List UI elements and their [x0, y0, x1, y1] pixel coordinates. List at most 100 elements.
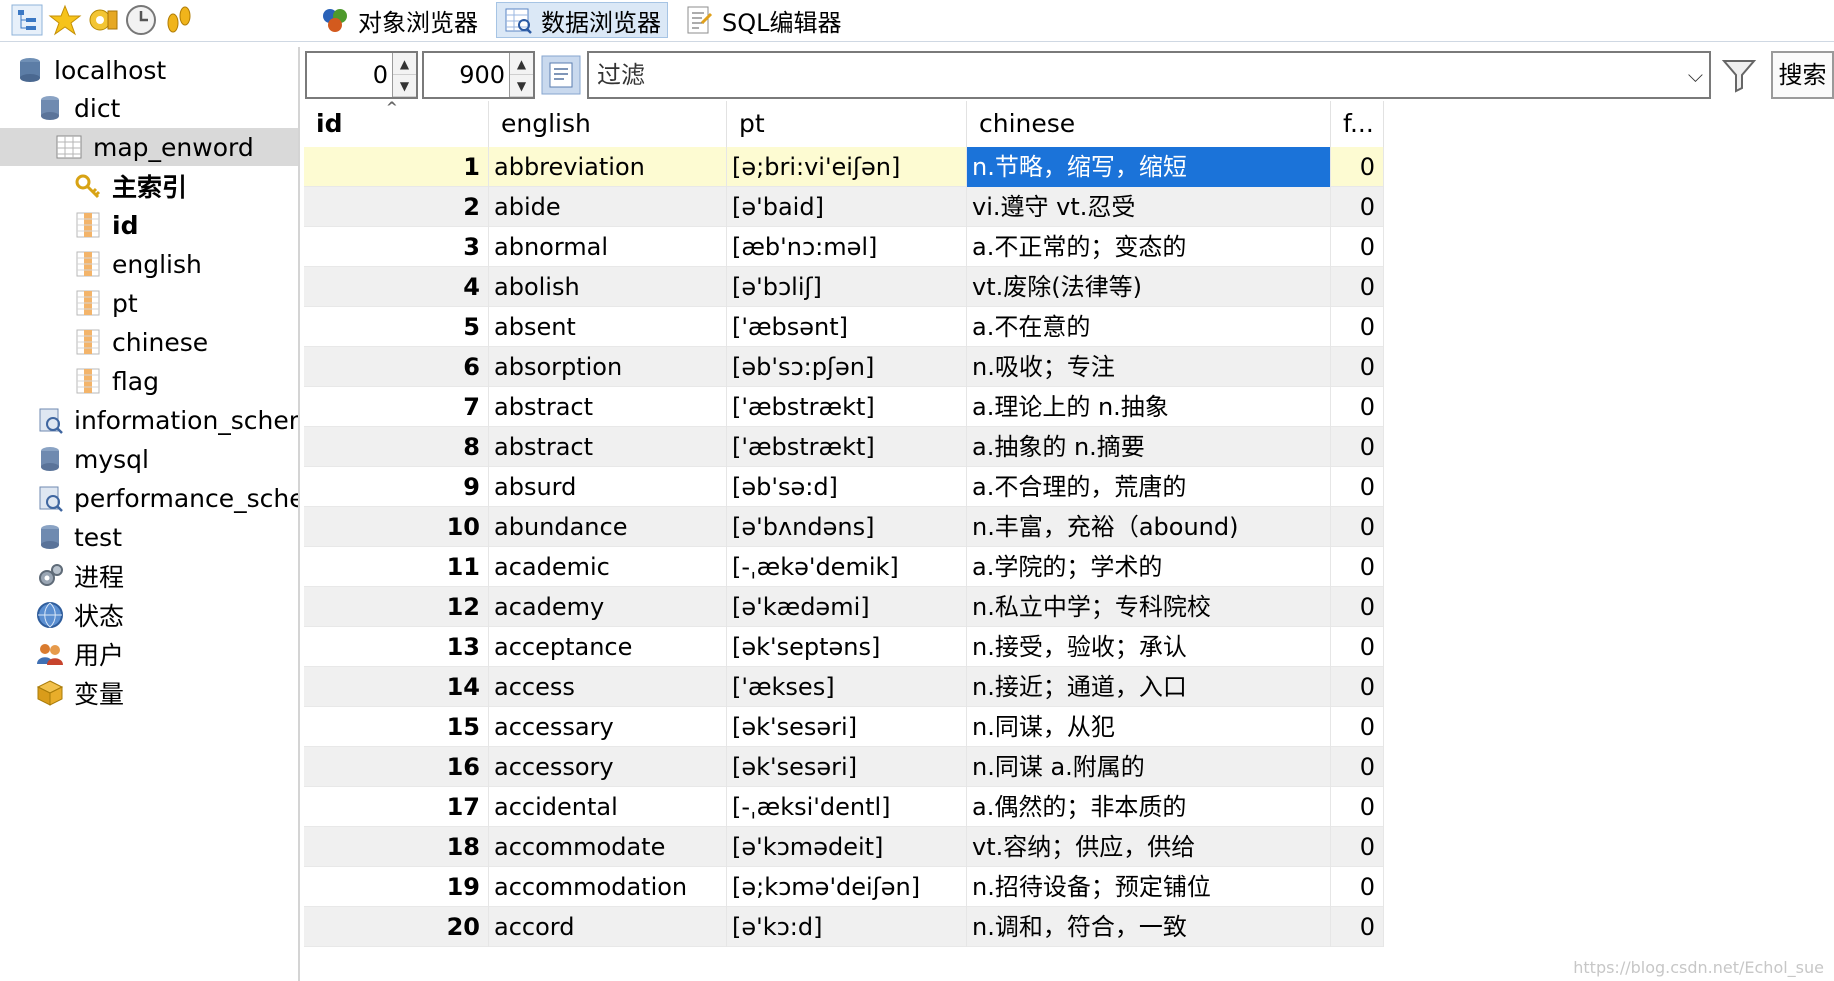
tree-item-column-pt[interactable]: pt	[74, 284, 138, 322]
cell-id[interactable]: 16	[304, 747, 489, 787]
cell-pt[interactable]: ['æbsənt]	[727, 307, 967, 347]
offset-up-icon[interactable]: ▲	[393, 53, 416, 75]
tree-item-primary-index[interactable]: 主索引	[74, 167, 187, 205]
cell-pt[interactable]: [-ˌækə'demik]	[727, 547, 967, 587]
cell-chinese[interactable]: a.不正常的；变态的	[967, 227, 1331, 267]
tree-item-variables[interactable]: 变量	[36, 674, 124, 712]
cell-flag[interactable]: 0	[1331, 747, 1384, 787]
cell-chinese[interactable]: n.节略，缩写，缩短	[967, 147, 1331, 187]
cell-flag[interactable]: 0	[1331, 827, 1384, 867]
cell-flag[interactable]: 0	[1331, 667, 1384, 707]
cell-english[interactable]: abstract	[489, 427, 727, 467]
table-row[interactable]: 1 abbreviation [ə;bri:vi'eiʃən] n.节略，缩写，缩短 0	[304, 147, 1384, 187]
cell-chinese[interactable]: a.不在意的	[967, 307, 1331, 347]
cell-pt[interactable]: [əb'sə:d]	[727, 467, 967, 507]
cell-pt[interactable]: [ə'baid]	[727, 187, 967, 227]
tree-item-column-english[interactable]: english	[74, 245, 202, 283]
cell-pt[interactable]: [ək'septəns]	[727, 627, 967, 667]
limit-stepper[interactable]: 900 ▲ ▼	[422, 51, 535, 99]
cell-pt[interactable]: [æb'nɔ:məl]	[727, 227, 967, 267]
tree-item-test[interactable]: test	[36, 518, 122, 556]
cell-english[interactable]: accord	[489, 907, 727, 947]
table-row[interactable]: 7 abstract ['æbstrækt] a.理论上的 n.抽象 0	[304, 387, 1384, 427]
cell-flag[interactable]: 0	[1331, 307, 1384, 347]
cell-flag[interactable]: 0	[1331, 227, 1384, 267]
cell-chinese[interactable]: n.接受，验收；承认	[967, 627, 1331, 667]
footprints-icon[interactable]	[162, 3, 196, 37]
cell-english[interactable]: accommodate	[489, 827, 727, 867]
cell-pt[interactable]: [-ˌæksi'dentl]	[727, 787, 967, 827]
cell-id[interactable]: 17	[304, 787, 489, 827]
cell-flag[interactable]: 0	[1331, 267, 1384, 307]
cell-id[interactable]: 1	[304, 147, 489, 187]
header-english[interactable]: english	[489, 101, 727, 147]
cell-flag[interactable]: 0	[1331, 587, 1384, 627]
tree-item-mysql[interactable]: mysql	[36, 440, 149, 478]
table-row[interactable]: 13 acceptance [ək'septəns] n.接受，验收；承认 0	[304, 627, 1384, 667]
cell-chinese[interactable]: vi.遵守 vt.忍受	[967, 187, 1331, 227]
cell-chinese[interactable]: n.同谋，从犯	[967, 707, 1331, 747]
cell-id[interactable]: 12	[304, 587, 489, 627]
table-row[interactable]: 11 academic [-ˌækə'demik] a.学院的；学术的 0	[304, 547, 1384, 587]
tree-item-performance-schema[interactable]: performance_scher	[36, 479, 298, 517]
cell-pt[interactable]: [ək'sesəri]	[727, 707, 967, 747]
cell-english[interactable]: abbreviation	[489, 147, 727, 187]
offset-down-icon[interactable]: ▼	[393, 75, 416, 97]
cell-pt[interactable]: ['æbstrækt]	[727, 387, 967, 427]
table-row[interactable]: 3 abnormal [æb'nɔ:məl] a.不正常的；变态的 0	[304, 227, 1384, 267]
cell-english[interactable]: absent	[489, 307, 727, 347]
table-row[interactable]: 12 academy [ə'kædəmi] n.私立中学；专科院校 0	[304, 587, 1384, 627]
chevron-down-icon[interactable]: ⌵	[1688, 53, 1703, 97]
cell-chinese[interactable]: a.不合理的，荒唐的	[967, 467, 1331, 507]
table-row[interactable]: 17 accidental [-ˌæksi'dentl] a.偶然的；非本质的 0	[304, 787, 1384, 827]
cell-chinese[interactable]: n.调和，符合，一致	[967, 907, 1331, 947]
cell-chinese[interactable]: a.偶然的；非本质的	[967, 787, 1331, 827]
cell-pt[interactable]: [ə'kɔmədeit]	[727, 827, 967, 867]
table-row[interactable]: 19 accommodation [ə;kɔmə'deiʃən] n.招待设备；预定铺…	[304, 867, 1384, 907]
tab-data-browser[interactable]: 数据浏览器	[496, 2, 668, 38]
table-row[interactable]: 20 accord [ə'kɔ:d] n.调和，符合，一致 0	[304, 907, 1384, 947]
cell-id[interactable]: 14	[304, 667, 489, 707]
cell-english[interactable]: abundance	[489, 507, 727, 547]
cell-id[interactable]: 9	[304, 467, 489, 507]
cell-id[interactable]: 2	[304, 187, 489, 227]
header-pt[interactable]: pt	[727, 101, 967, 147]
tree-item-column-chinese[interactable]: chinese	[74, 323, 208, 361]
cell-chinese[interactable]: a.抽象的 n.摘要	[967, 427, 1331, 467]
cell-id[interactable]: 8	[304, 427, 489, 467]
cell-id[interactable]: 15	[304, 707, 489, 747]
cell-pt[interactable]: [əb'sɔ:pʃən]	[727, 347, 967, 387]
cell-chinese[interactable]: vt.容纳；供应，供给	[967, 827, 1331, 867]
cell-pt[interactable]: [ə'kɔ:d]	[727, 907, 967, 947]
cell-flag[interactable]: 0	[1331, 387, 1384, 427]
cell-id[interactable]: 20	[304, 907, 489, 947]
table-row[interactable]: 2 abide [ə'baid] vi.遵守 vt.忍受 0	[304, 187, 1384, 227]
table-row[interactable]: 5 absent ['æbsənt] a.不在意的 0	[304, 307, 1384, 347]
tree-view-icon[interactable]	[10, 3, 44, 37]
cell-chinese[interactable]: n.丰富，充裕（abound)	[967, 507, 1331, 547]
cell-flag[interactable]: 0	[1331, 547, 1384, 587]
favorites-star-icon[interactable]	[48, 3, 82, 37]
limit-down-icon[interactable]: ▼	[510, 75, 533, 97]
cell-english[interactable]: abolish	[489, 267, 727, 307]
tab-object-browser[interactable]: 对象浏览器	[314, 2, 484, 38]
table-row[interactable]: 9 absurd [əb'sə:d] a.不合理的，荒唐的 0	[304, 467, 1384, 507]
header-id[interactable]: id ^	[304, 101, 489, 147]
table-row[interactable]: 10 abundance [ə'bʌndəns] n.丰富，充裕（abound) 0	[304, 507, 1384, 547]
cell-english[interactable]: accommodation	[489, 867, 727, 907]
cell-id[interactable]: 10	[304, 507, 489, 547]
table-row[interactable]: 4 abolish [ə'bɔliʃ] vt.废除(法律等) 0	[304, 267, 1384, 307]
cell-flag[interactable]: 0	[1331, 867, 1384, 907]
cell-chinese[interactable]: a.理论上的 n.抽象	[967, 387, 1331, 427]
cell-pt[interactable]: [ə'bɔliʃ]	[727, 267, 967, 307]
cell-id[interactable]: 11	[304, 547, 489, 587]
search-button[interactable]: 搜索	[1771, 51, 1834, 99]
cell-flag[interactable]: 0	[1331, 707, 1384, 747]
refresh-icon[interactable]	[541, 55, 581, 95]
tree-item-processes[interactable]: 进程	[36, 557, 124, 595]
cell-pt[interactable]: [ə'kædəmi]	[727, 587, 967, 627]
cell-english[interactable]: absorption	[489, 347, 727, 387]
cell-english[interactable]: academic	[489, 547, 727, 587]
history-clock-icon[interactable]	[124, 3, 158, 37]
funnel-filter-icon[interactable]	[1719, 55, 1759, 95]
